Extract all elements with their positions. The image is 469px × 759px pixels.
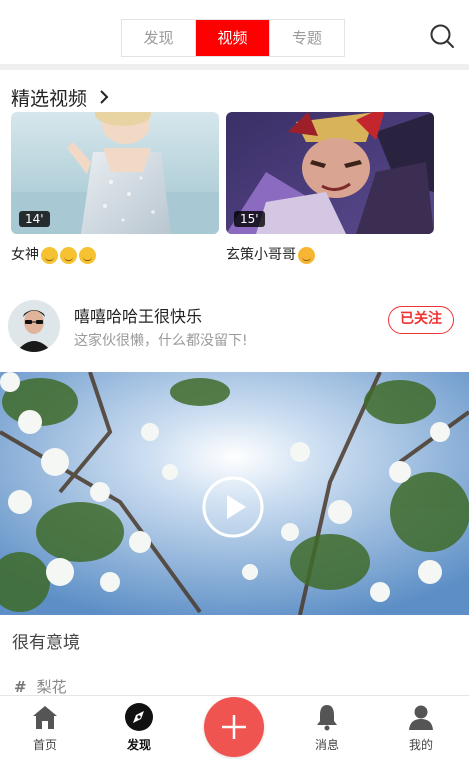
duration-badge: 14' (19, 211, 50, 227)
featured-header[interactable]: 精选视频 (11, 82, 111, 112)
bell-icon (317, 705, 337, 731)
plus-icon (222, 715, 246, 739)
nav-messages[interactable]: 消息 (297, 702, 357, 756)
nav-label: 发现 (126, 738, 151, 752)
video-thumbnail[interactable]: 15' (226, 112, 434, 234)
kissing-face-icon (298, 246, 315, 264)
hashtag-icon: # (14, 677, 27, 696)
user-bio: 这家伙很懒，什么都没留下! (74, 333, 248, 349)
nav-label: 我的 (408, 738, 433, 752)
search-icon[interactable] (428, 22, 456, 50)
avatar[interactable] (8, 300, 60, 352)
nav-home[interactable]: 首页 (15, 702, 75, 756)
featured-card[interactable]: 15' 玄策小哥哥 (226, 112, 434, 268)
section-divider (0, 64, 469, 70)
nav-label: 首页 (32, 738, 57, 752)
segment-tabs: 发现 视频 专题 (121, 19, 345, 57)
home-icon (33, 706, 57, 729)
tab-video[interactable]: 视频 (196, 20, 270, 56)
video-player[interactable] (0, 372, 469, 615)
play-icon[interactable] (202, 476, 264, 538)
video-title: 很有意境 (12, 633, 80, 653)
relieved-face-icon (79, 246, 96, 264)
post-author: 嘻嘻哈哈王很快乐 这家伙很懒，什么都没留下! 已关注 (0, 292, 469, 362)
caption-text: 女神 (11, 247, 39, 263)
top-bar: 发现 视频 专题 (0, 0, 469, 64)
create-post-button[interactable] (204, 697, 264, 757)
nav-label: 消息 (314, 738, 339, 752)
caption-text: 玄策小哥哥 (226, 247, 296, 263)
compass-icon (125, 703, 153, 731)
tag-label: 梨花 (36, 678, 67, 696)
chevron-right-icon (100, 90, 109, 104)
tab-discover[interactable]: 发现 (122, 20, 196, 56)
user-icon (409, 705, 433, 730)
topic-tag[interactable]: # 梨花 (14, 676, 67, 697)
nav-discover[interactable]: 发现 (109, 702, 169, 756)
video-thumbnail[interactable]: 14' (11, 112, 219, 234)
nav-me[interactable]: 我的 (391, 702, 451, 756)
featured-title: 精选视频 (11, 87, 88, 110)
follow-button[interactable]: 已关注 (388, 306, 454, 334)
duration-badge: 15' (234, 211, 265, 227)
avatar-image (8, 300, 60, 352)
user-name[interactable]: 嘻嘻哈哈王很快乐 (74, 303, 202, 327)
relieved-face-icon (41, 246, 58, 264)
featured-card[interactable]: 14' 女神 (11, 112, 219, 268)
card-caption: 玄策小哥哥 (226, 242, 434, 268)
relieved-face-icon (60, 246, 77, 264)
tab-topics[interactable]: 专题 (270, 20, 344, 56)
card-caption: 女神 (11, 242, 219, 268)
